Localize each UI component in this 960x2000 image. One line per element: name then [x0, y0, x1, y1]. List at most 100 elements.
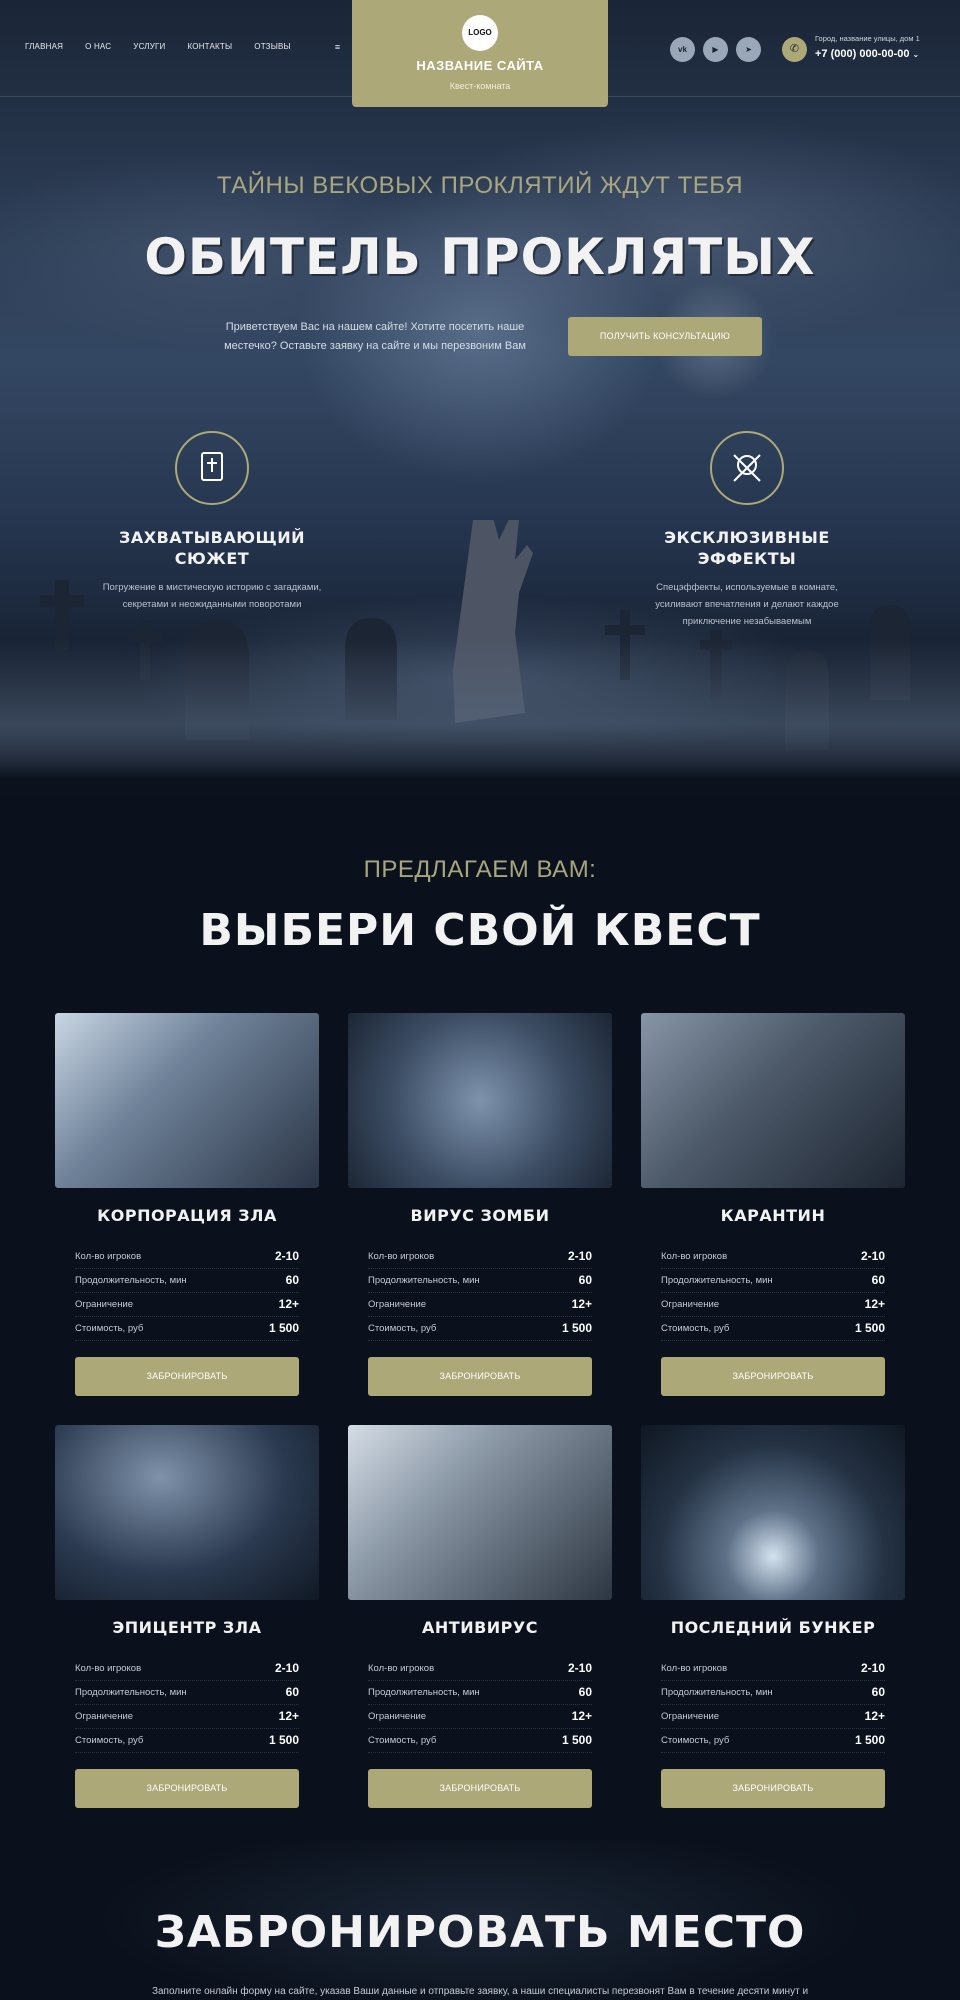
brand-block[interactable]: LOGO НАЗВАНИЕ САЙТА Квест-комната	[352, 0, 608, 107]
spec-label: Продолжительность, мин	[661, 1275, 773, 1286]
spec-label: Кол-во игроков	[661, 1251, 728, 1262]
spec-value: 12+	[278, 1297, 299, 1311]
quest-specs: Кол-во игроков 2-10 Продолжительность, мин…	[75, 1245, 299, 1341]
spec-label: Ограничение	[661, 1711, 720, 1722]
spec-label: Стоимость, руб	[368, 1735, 437, 1746]
quest-specs: Кол-во игроков 2-10 Продолжительность, мин…	[661, 1245, 885, 1341]
spec-row-price: Стоимость, руб 1 500	[75, 1729, 299, 1753]
spec-label: Продолжительность, мин	[661, 1687, 773, 1698]
feature-title: ЭКСКЛЮЗИВНЫЕ ЭФФЕКТЫ	[664, 528, 830, 568]
book-button[interactable]: ЗАБРОНИРОВАТЬ	[75, 1769, 299, 1808]
spec-label: Ограничение	[75, 1299, 134, 1310]
quest-image[interactable]	[348, 1013, 612, 1188]
spec-label: Кол-во игроков	[661, 1663, 728, 1674]
youtube-icon[interactable]: ▶	[703, 37, 728, 62]
feature-title: ЗАХВАТЫВАЮЩИЙ СЮЖЕТ	[118, 528, 305, 568]
quest-title[interactable]: ЭПИЦЕНТР ЗЛА	[55, 1618, 319, 1637]
spec-value: 1 500	[854, 1733, 885, 1747]
quest-image[interactable]	[641, 1013, 905, 1188]
spec-value: 12+	[864, 1709, 885, 1723]
quest-title[interactable]: КОРПОРАЦИЯ ЗЛА	[55, 1206, 319, 1225]
spec-value: 2-10	[860, 1661, 885, 1675]
hero-subtitle: ТАЙНЫ ВЕКОВЫХ ПРОКЛЯТИЙ ЖДУТ ТЕБЯ	[216, 172, 744, 199]
spec-row-players: Кол-во игроков 2-10	[661, 1245, 885, 1269]
book-button[interactable]: ЗАБРОНИРОВАТЬ	[75, 1357, 299, 1396]
spec-value: 2-10	[567, 1249, 592, 1263]
hero-title: ОБИТЕЛЬ ПРОКЛЯТЫХ	[144, 228, 816, 286]
logo[interactable]: LOGO	[462, 15, 498, 51]
spec-value: 60	[285, 1273, 299, 1287]
spec-row-limit: Ограничение 12+	[75, 1293, 299, 1317]
phone-icon[interactable]: ✆	[782, 37, 807, 62]
hero-section: ГЛАВНАЯ О НАС УСЛУГИ КОНТАКТЫ ОТЗЫВЫ ≡ L…	[0, 0, 960, 800]
spec-label: Стоимость, руб	[661, 1735, 730, 1746]
spec-row-limit: Ограничение 12+	[368, 1705, 592, 1729]
nav-home[interactable]: ГЛАВНАЯ	[25, 42, 63, 52]
spec-value: 1 500	[854, 1321, 885, 1335]
quest-specs: Кол-во игроков 2-10 Продолжительность, мин…	[368, 1657, 592, 1753]
spec-label: Продолжительность, мин	[368, 1275, 480, 1286]
spec-value: 2-10	[274, 1661, 299, 1675]
quest-image[interactable]	[348, 1425, 612, 1600]
spec-value: 1 500	[561, 1321, 592, 1335]
phone-text[interactable]: +7 (000) 000-00-00	[815, 48, 909, 60]
spec-row-duration: Продолжительность, мин 60	[661, 1269, 885, 1293]
spec-label: Кол-во игроков	[368, 1251, 435, 1262]
book-button[interactable]: ЗАБРОНИРОВАТЬ	[661, 1769, 885, 1808]
nav-reviews[interactable]: ОТЗЫВЫ	[254, 42, 291, 52]
spec-row-price: Стоимость, руб 1 500	[368, 1317, 592, 1341]
quest-image[interactable]	[55, 1425, 319, 1600]
spec-value: 60	[871, 1685, 885, 1699]
spec-value: 12+	[571, 1297, 592, 1311]
spec-row-price: Стоимость, руб 1 500	[661, 1317, 885, 1341]
spec-label: Продолжительность, мин	[75, 1687, 187, 1698]
spec-value: 1 500	[561, 1733, 592, 1747]
spec-row-players: Кол-во игроков 2-10	[368, 1245, 592, 1269]
spec-row-limit: Ограничение 12+	[661, 1705, 885, 1729]
feature-plot: ЗАХВАТЫВАЮЩИЙ СЮЖЕТ Погружение в мистиче…	[102, 431, 322, 631]
booking-title: ЗАБРОНИРОВАТЬ МЕСТО	[154, 1907, 806, 1958]
spec-value: 60	[578, 1685, 592, 1699]
skull-crossbones-icon	[710, 431, 784, 505]
spec-row-price: Стоимость, руб 1 500	[661, 1729, 885, 1753]
quest-image[interactable]	[55, 1013, 319, 1188]
spec-row-price: Стоимость, руб 1 500	[368, 1729, 592, 1753]
spec-label: Стоимость, руб	[661, 1323, 730, 1334]
spec-value: 12+	[571, 1709, 592, 1723]
telegram-icon[interactable]: ➤	[736, 37, 761, 62]
quest-card: КОРПОРАЦИЯ ЗЛА Кол-во игроков 2-10 Продолжи…	[55, 1013, 319, 1418]
book-button[interactable]: ЗАБРОНИРОВАТЬ	[368, 1357, 592, 1396]
spec-label: Продолжительность, мин	[368, 1687, 480, 1698]
book-button[interactable]: ЗАБРОНИРОВАТЬ	[368, 1769, 592, 1808]
spec-row-duration: Продолжительность, мин 60	[75, 1269, 299, 1293]
quest-image[interactable]	[641, 1425, 905, 1600]
nav-services[interactable]: УСЛУГИ	[133, 42, 165, 52]
quest-title[interactable]: ПОСЛЕДНИЙ БУНКЕР	[641, 1618, 905, 1637]
spec-label: Стоимость, руб	[368, 1323, 437, 1334]
consultation-button[interactable]: ПОЛУЧИТЬ КОНСУЛЬТАЦИЮ	[568, 317, 762, 356]
spec-label: Кол-во игроков	[75, 1663, 142, 1674]
quest-card: ВИРУС ЗОМБИ Кол-во игроков 2-10 Продолжител…	[348, 1013, 612, 1418]
spec-label: Продолжительность, мин	[75, 1275, 187, 1286]
chevron-down-icon[interactable]: ⌄	[912, 50, 919, 59]
address: Город, название улицы, дом 1	[815, 34, 920, 43]
phone-number[interactable]: +7 (000) 000-00-00 ⌄	[815, 48, 919, 60]
quest-card: ЭПИЦЕНТР ЗЛА Кол-во игроков 2-10 Продолжите…	[55, 1425, 319, 1830]
nav-about[interactable]: О НАС	[85, 42, 111, 52]
spec-row-limit: Ограничение 12+	[75, 1705, 299, 1729]
vk-icon[interactable]: vk	[670, 37, 695, 62]
quest-title[interactable]: АНТИВИРУС	[348, 1618, 612, 1637]
book-button[interactable]: ЗАБРОНИРОВАТЬ	[661, 1357, 885, 1396]
booking-description: Заполните онлайн форму на сайте, указав …	[151, 1986, 809, 1997]
spec-value: 1 500	[268, 1321, 299, 1335]
quest-title[interactable]: КАРАНТИН	[641, 1206, 905, 1225]
quest-card: АНТИВИРУС Кол-во игроков 2-10 Продолжительн…	[348, 1425, 612, 1830]
spec-row-duration: Продолжительность, мин 60	[368, 1681, 592, 1705]
spec-label: Кол-во игроков	[368, 1663, 435, 1674]
menu-icon[interactable]: ≡	[335, 42, 340, 52]
spec-value: 60	[871, 1273, 885, 1287]
spec-value: 2-10	[274, 1249, 299, 1263]
quest-title[interactable]: ВИРУС ЗОМБИ	[348, 1206, 612, 1225]
feature-effects: ЭКСКЛЮЗИВНЫЕ ЭФФЕКТЫ Спецэффекты, исполь…	[637, 431, 857, 631]
nav-contacts[interactable]: КОНТАКТЫ	[188, 42, 233, 52]
